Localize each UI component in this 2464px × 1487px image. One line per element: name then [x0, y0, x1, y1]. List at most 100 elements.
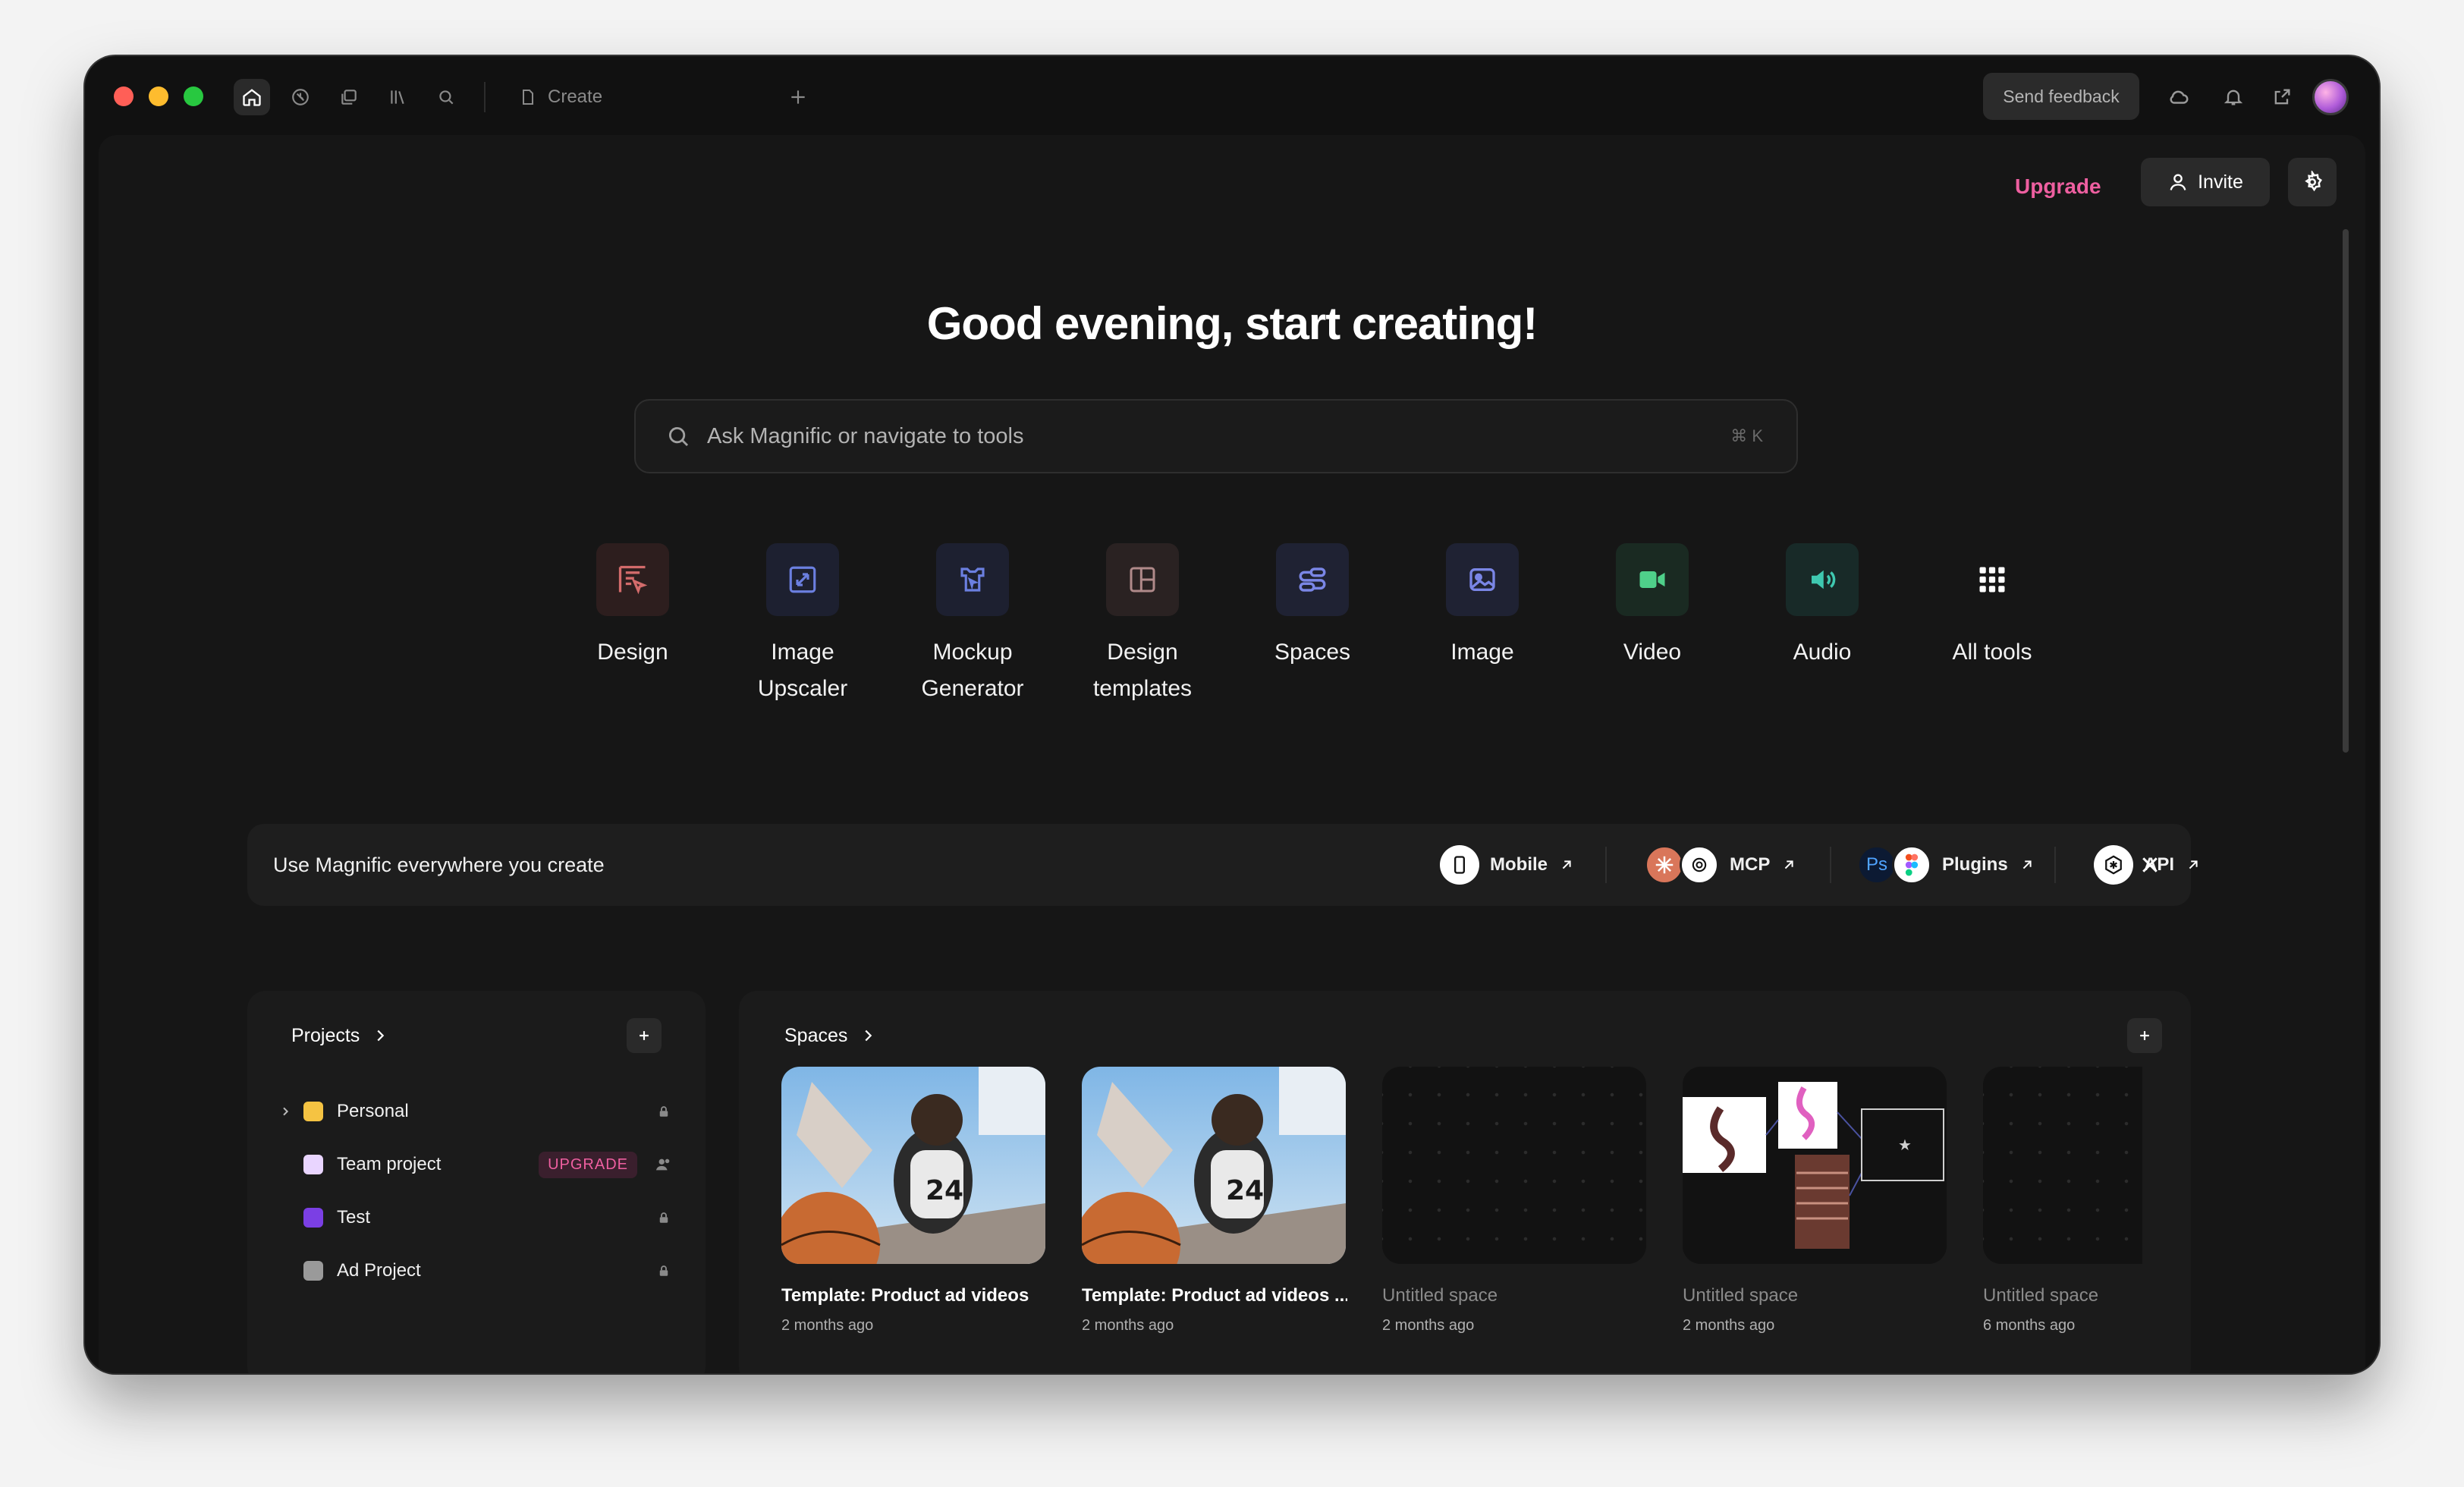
space-date: 2 months ago — [1683, 1317, 1775, 1334]
maximize-window-button[interactable] — [184, 86, 203, 106]
spaces-icon — [1276, 543, 1349, 616]
project-name: Test — [337, 1207, 371, 1228]
projects-header[interactable]: Projects — [291, 1017, 388, 1055]
space-title[interactable]: Template: Product ad videos ... — [1082, 1285, 1347, 1306]
tool-label: Mockup Generator — [921, 640, 1024, 701]
mobile-label: Mobile — [1490, 854, 1548, 875]
main-panel: Upgrade Invite Good evening, start creat… — [99, 135, 2365, 1373]
tool-design[interactable]: Design — [548, 543, 718, 707]
tool-label: Design — [597, 640, 668, 665]
invite-button[interactable]: Invite — [2141, 158, 2270, 206]
add-space-button[interactable] — [2127, 1018, 2162, 1053]
space-thumbnail-empty[interactable] — [1983, 1067, 2142, 1264]
integrations-banner: Use Magnific everywhere you create Mobil… — [247, 824, 2198, 906]
tool-label: Audio — [1793, 640, 1852, 665]
toolbar-divider — [484, 82, 486, 112]
tool-mockup-generator[interactable]: Mockup Generator — [888, 543, 1058, 707]
search-icon[interactable] — [428, 79, 464, 115]
gallery-icon[interactable] — [331, 79, 367, 115]
search-bar[interactable]: ⌘ K — [634, 399, 1798, 473]
lock-icon — [652, 1263, 675, 1278]
project-item-ad-project[interactable]: Ad Project — [275, 1249, 678, 1293]
avatar[interactable] — [2312, 79, 2349, 115]
space-thumbnail-image[interactable]: 24 — [1082, 1067, 1346, 1264]
project-item-team-project[interactable]: Team project UPGRADE — [275, 1143, 678, 1187]
document-icon — [523, 90, 533, 105]
upgrade-link[interactable]: Upgrade — [2015, 162, 2101, 211]
spaces-header[interactable]: Spaces — [784, 1017, 876, 1055]
chevron-right-icon[interactable] — [275, 1105, 296, 1118]
tool-label: Video — [1623, 640, 1682, 665]
history-icon[interactable] — [282, 79, 319, 115]
svg-text:★: ★ — [1898, 1136, 1912, 1154]
share-icon[interactable] — [2264, 79, 2300, 115]
settings-button[interactable] — [2288, 158, 2337, 206]
close-icon — [2142, 857, 2158, 872]
plus-icon — [640, 1031, 649, 1040]
project-name: Ad Project — [337, 1260, 421, 1281]
svg-text:24: 24 — [1226, 1175, 1264, 1206]
external-link-icon — [1785, 860, 1793, 869]
home-icon[interactable] — [234, 79, 270, 115]
svg-text:24: 24 — [926, 1175, 963, 1206]
spaces-panel: Spaces 24 Template: Product ad videos 2 … — [739, 991, 2191, 1373]
space-title[interactable]: Untitled space — [1683, 1285, 1948, 1306]
lock-icon — [652, 1210, 675, 1225]
space-title[interactable]: Untitled space — [1382, 1285, 1648, 1306]
gear-icon — [2305, 171, 2322, 192]
tool-all-tools[interactable]: All tools — [1907, 543, 2077, 707]
external-link-icon — [2022, 860, 2032, 869]
tool-label: Spaces — [1274, 640, 1351, 665]
search-input[interactable] — [706, 423, 1731, 450]
grid-icon — [1956, 543, 2029, 616]
minimize-window-button[interactable] — [149, 86, 168, 106]
team-icon — [652, 1156, 675, 1173]
page-title: Good evening, start creating! — [926, 298, 1538, 349]
chevron-right-icon — [377, 1030, 385, 1042]
mcp-link[interactable]: MCP — [1645, 824, 1797, 906]
tool-label: Image — [1450, 640, 1514, 665]
bell-icon[interactable] — [2215, 79, 2252, 115]
tab-create[interactable]: Create — [519, 79, 602, 115]
tool-design-templates[interactable]: Design templates — [1058, 543, 1227, 707]
figma-icon — [1892, 845, 1931, 885]
space-title[interactable]: Template: Product ad videos — [781, 1285, 1047, 1306]
projects-panel: Projects Personal Team project UPGRADE T… — [247, 991, 706, 1373]
space-thumbnail-empty[interactable] — [1382, 1067, 1646, 1264]
space-title[interactable]: Untitled space — [1983, 1285, 2142, 1306]
tool-audio[interactable]: Audio — [1737, 543, 1907, 707]
design-icon — [596, 543, 669, 616]
chevron-right-icon — [865, 1030, 872, 1042]
audio-icon — [1786, 543, 1859, 616]
tool-spaces[interactable]: Spaces — [1227, 543, 1397, 707]
close-banner-button[interactable] — [2132, 847, 2168, 883]
image-icon — [1446, 543, 1519, 616]
mobile-icon — [1440, 845, 1479, 885]
space-thumbnail-image[interactable]: 24 — [781, 1067, 1045, 1264]
app-window: Create Send feedback Upgrade Invite Good… — [85, 56, 2379, 1373]
project-color-swatch — [303, 1155, 323, 1174]
add-project-button[interactable] — [627, 1018, 662, 1053]
mcp-logos — [1645, 845, 1719, 885]
invite-label: Invite — [2198, 171, 2243, 193]
tool-video[interactable]: Video — [1567, 543, 1737, 707]
project-item-test[interactable]: Test — [275, 1196, 678, 1240]
project-color-swatch — [303, 1261, 323, 1281]
mockup-icon — [936, 543, 1009, 616]
new-tab-button[interactable] — [780, 79, 816, 115]
shortcut-hint: ⌘ K — [1730, 426, 1763, 445]
project-item-personal[interactable]: Personal — [275, 1089, 678, 1133]
tool-image-upscaler[interactable]: Image Upscaler — [718, 543, 888, 707]
project-color-swatch — [303, 1102, 323, 1121]
external-link-icon — [2189, 860, 2198, 869]
mobile-link[interactable]: Mobile — [1440, 824, 1575, 906]
external-link-icon — [1562, 860, 1571, 869]
send-feedback-button[interactable]: Send feedback — [1983, 73, 2139, 120]
space-thumbnail-canvas[interactable]: ★ — [1683, 1067, 1947, 1264]
cloud-icon[interactable] — [2161, 79, 2197, 115]
tool-image[interactable]: Image — [1397, 543, 1567, 707]
plugins-link[interactable]: Ps Plugins — [1857, 824, 2035, 906]
upgrade-badge[interactable]: UPGRADE — [539, 1151, 637, 1178]
close-window-button[interactable] — [114, 86, 134, 106]
library-icon[interactable] — [379, 79, 416, 115]
